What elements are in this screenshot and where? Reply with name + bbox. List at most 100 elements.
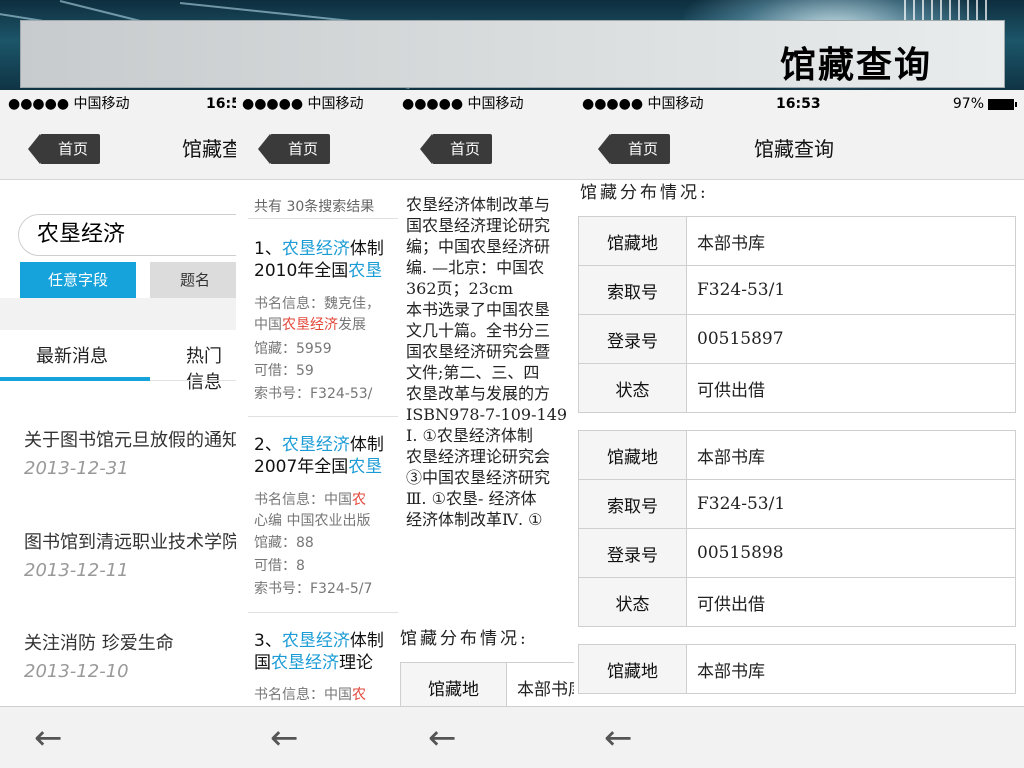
table-key: 馆藏地	[578, 430, 687, 480]
divider	[248, 416, 398, 417]
banner-title: 馆藏查询	[779, 45, 932, 86]
result-title[interactable]: 3、农垦经济体制	[254, 630, 384, 652]
result-author: 书名信息：中国农	[254, 490, 366, 511]
result-meta-text: 中国	[254, 317, 282, 333]
bottom-toolbar: ←	[0, 706, 236, 768]
bottom-toolbar: ←	[236, 706, 398, 768]
phone-screen-results: ●●●●● 中国移动 首页 共有 30条搜索结果 1、农垦经济体制 2010年全…	[236, 90, 398, 768]
result-available: 可借：8	[254, 558, 305, 574]
battery-percent: 97%	[952, 96, 984, 112]
result-title-text: 2007年全国	[254, 457, 349, 477]
tab-active-indicator	[0, 377, 150, 381]
divider	[248, 612, 398, 613]
description-line: Ⅲ. ①农垦- 经济体	[406, 489, 537, 508]
news-item-title[interactable]: 关于图书馆元旦放假的通知	[24, 426, 236, 452]
back-arrow-icon[interactable]: ←	[604, 719, 633, 757]
result-count: 共有 30条搜索结果	[254, 199, 375, 215]
table-row: 馆藏地 本部书库	[400, 662, 574, 712]
nav-title: 馆藏查询	[754, 137, 834, 161]
home-back-button[interactable]: 首页	[257, 134, 331, 164]
home-back-button[interactable]: 首页	[597, 134, 671, 164]
result-title-line2[interactable]: 国农垦经济理论	[254, 652, 373, 674]
table-key: 馆藏地	[578, 216, 687, 266]
field-chip-any[interactable]: 任意字段	[20, 262, 136, 298]
phone-screen-holdings: ●●●●● 中国移动 16:53 97% 首页 馆藏查询 馆藏分布情况: 馆藏地…	[574, 90, 1024, 768]
table-row: 馆藏地 本部书库	[578, 430, 1016, 480]
table-key: 索取号	[578, 479, 687, 529]
holdings-table: 馆藏地 本部书库 索取号 F324-53/1 登录号 00515897 状态 可…	[578, 216, 1016, 413]
result-highlight: 农垦经济	[271, 653, 339, 673]
status-bar: ●●●●● 中国移动 16:53 97%	[574, 90, 1024, 118]
status-bar: ●●●●● 中国移动	[398, 90, 574, 118]
table-value: 本部书库	[686, 644, 1016, 694]
result-title-text: 体制	[349, 435, 384, 455]
result-highlight-red: 农	[352, 687, 366, 703]
result-title[interactable]: 1、农垦经济体制	[254, 238, 384, 260]
result-highlight: 农垦经济	[281, 239, 350, 259]
back-arrow-icon[interactable]: ←	[428, 719, 457, 757]
description-line: Ⅰ. ①农垦经济体制	[406, 426, 533, 445]
table-row: 索取号 F324-53/1	[578, 479, 1016, 529]
carrier-label: ●●●●● 中国移动	[582, 96, 704, 112]
table-key: 馆藏地	[400, 662, 507, 712]
table-value: 可供出借	[686, 577, 1016, 627]
result-title-text: 理论	[339, 653, 373, 673]
table-value: 可供出借	[686, 363, 1016, 413]
table-row: 馆藏地 本部书库	[578, 216, 1016, 266]
description-line: 本书选录了中国农垦	[406, 300, 551, 319]
table-key: 索取号	[578, 265, 687, 315]
result-meta-text: 书名信息：中国	[254, 492, 352, 508]
battery-icon	[988, 98, 1017, 110]
description-line: 农垦改革与发展的方	[406, 384, 551, 403]
nav-bar: 首页 馆藏查询	[574, 118, 1024, 180]
table-key: 状态	[578, 577, 687, 627]
news-item-title[interactable]: 图书馆到清远职业技术学院	[24, 528, 236, 554]
table-key: 登录号	[578, 314, 687, 364]
result-callno: 索书号：F324-5/7	[254, 581, 373, 597]
carrier-label: ●●●●● 中国移动	[402, 96, 524, 112]
result-title-text: 2010年全国	[254, 261, 349, 281]
tab-hot-info[interactable]: 热门信息	[186, 342, 236, 394]
description-line: 文几十篇。全书分三	[406, 321, 551, 340]
result-highlight: 农垦经济	[281, 631, 350, 651]
back-arrow-icon[interactable]: ←	[270, 719, 299, 757]
battery-indicator: 97%	[952, 90, 1017, 118]
home-back-button[interactable]: 首页	[27, 134, 101, 164]
home-back-button[interactable]: 首页	[419, 134, 493, 164]
description-line: 农垦经济理论研究会	[406, 447, 551, 466]
holdings-table: 馆藏地 本部书库	[400, 662, 574, 712]
nav-bar: 首页 馆藏查询	[0, 118, 236, 180]
tab-latest-news[interactable]: 最新消息	[36, 342, 108, 368]
table-key: 登录号	[578, 528, 687, 578]
result-meta-text: 发展	[338, 317, 366, 333]
table-value: 00515897	[686, 314, 1016, 364]
divider	[248, 218, 398, 219]
table-value: 本部书库	[686, 430, 1016, 480]
description-line: 编. —北京：中国农	[406, 258, 545, 277]
nav-bar: 首页	[236, 118, 398, 180]
result-meta-text: 书名信息：中国	[254, 687, 352, 703]
nav-bar: 首页	[398, 118, 574, 180]
result-number: 2、	[254, 435, 282, 455]
book-description: 农垦经济体制改革与 国农垦经济理论研究 编；中国农垦经济研 编. —北京：中国农…	[406, 194, 574, 530]
carrier-label: ●●●●● 中国移动	[242, 96, 364, 112]
table-row: 登录号 00515898	[578, 528, 1016, 578]
table-row: 索取号 F324-53/1	[578, 265, 1016, 315]
result-highlight-red: 农垦经济	[282, 317, 338, 333]
phone-screen-detail: ●●●●● 中国移动 首页 农垦经济体制改革与 国农垦经济理论研究 编；中国农垦…	[398, 90, 574, 768]
bottom-toolbar: ←	[398, 706, 574, 768]
status-bar: ●●●●● 中国移动	[236, 90, 398, 118]
result-title-text: 体制	[349, 631, 384, 651]
table-row: 馆藏地 本部书库	[578, 644, 1016, 694]
back-arrow-icon[interactable]: ←	[34, 719, 63, 757]
result-publisher: 中国农垦经济发展	[254, 315, 366, 336]
search-input[interactable]: 农垦经济	[18, 214, 236, 256]
news-item-title[interactable]: 关注消防 珍爱生命	[24, 629, 174, 655]
result-author: 书名信息：魏克佳，	[254, 296, 380, 312]
news-item-date: 2013-12-10	[24, 661, 129, 682]
field-chip-title[interactable]: 题名	[150, 262, 236, 298]
result-title[interactable]: 2、农垦经济体制	[254, 434, 384, 456]
result-number: 1、	[254, 239, 282, 259]
result-title-line2[interactable]: 2010年全国农垦	[254, 260, 382, 282]
result-title-line2[interactable]: 2007年全国农垦	[254, 456, 382, 478]
